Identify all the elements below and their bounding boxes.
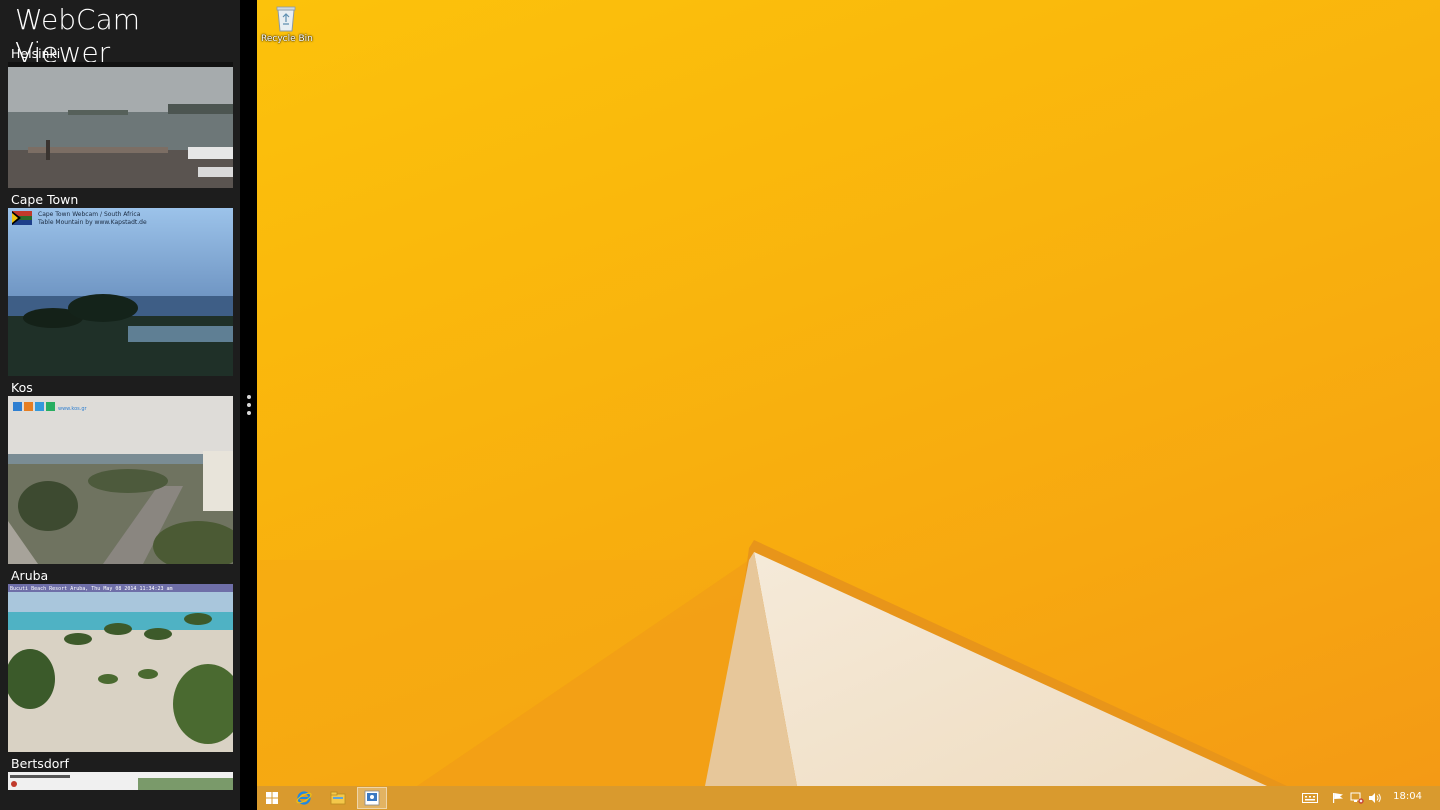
webcam-image[interactable]: Cape Town Webcam / South Africa Table Mo… [8,208,233,376]
cam-tile-helsinki[interactable]: Helsinki [8,46,233,191]
recycle-bin-icon [276,6,296,32]
webcam-image[interactable] [8,62,233,188]
cam-label: Cape Town [11,192,79,207]
cam-label: Aruba [11,568,49,583]
tray-action-center[interactable] [1332,791,1344,805]
tray-volume[interactable] [1368,791,1382,805]
taskbar-webcam-viewer[interactable] [357,787,387,809]
tray-network[interactable] [1350,791,1364,805]
cam-tile-kos[interactable]: Kos www.kos.gr [8,380,233,566]
cam-label: Bertsdorf [11,756,69,771]
webcam-image[interactable] [8,772,233,790]
tray-keyboard[interactable] [1302,791,1318,805]
webcam-image[interactable]: www.kos.gr [8,396,233,564]
cam-overlay-text: Cape Town Webcam / South Africa [38,211,141,218]
webcam-image[interactable]: Bucuti Beach Resort Aruba, Thu May 08 20… [8,584,233,752]
taskbar-clock[interactable]: 18:04 [1393,791,1422,802]
cam-overlay-text: www.kos.gr [58,406,88,412]
windows-start-icon [266,792,278,804]
wallpaper [257,540,1287,786]
volume-icon [1369,793,1381,803]
taskbar-internet-explorer[interactable] [289,787,319,809]
taskbar-file-explorer[interactable] [323,787,353,809]
taskbar: 18:04 [257,786,1440,810]
cam-tile-aruba[interactable]: Aruba Bucuti Beach Resort Aruba, Thu May… [8,568,233,754]
desktop: Recycle Bin [257,0,1440,786]
start-button[interactable] [257,787,287,809]
snap-divider-handle[interactable] [247,395,251,415]
internet-explorer-icon [296,791,312,805]
snap-divider[interactable] [240,0,257,810]
network-icon [1350,792,1364,804]
webcam-app-icon [364,790,380,806]
recycle-bin-shortcut[interactable]: Recycle Bin [261,4,313,44]
cam-label: Helsinki [11,46,61,61]
action-center-flag-icon [1333,793,1343,803]
cam-label: Kos [11,380,33,395]
recycle-bin-label: Recycle Bin [261,34,313,44]
cam-overlay-text: Bucuti Beach Resort Aruba, Thu May 08 20… [10,586,173,592]
webcam-viewer-app: WebCam Viewer Helsinki Cape Town Cape To… [0,0,240,810]
file-explorer-icon [330,791,346,805]
keyboard-icon [1302,793,1318,803]
cam-tile-cape-town[interactable]: Cape Town Cape Town Webcam / South Afric… [8,192,233,378]
cam-tile-bertsdorf[interactable]: Bertsdorf [8,756,233,810]
cam-overlay-text: Table Mountain by www.Kapstadt.de [37,219,147,226]
